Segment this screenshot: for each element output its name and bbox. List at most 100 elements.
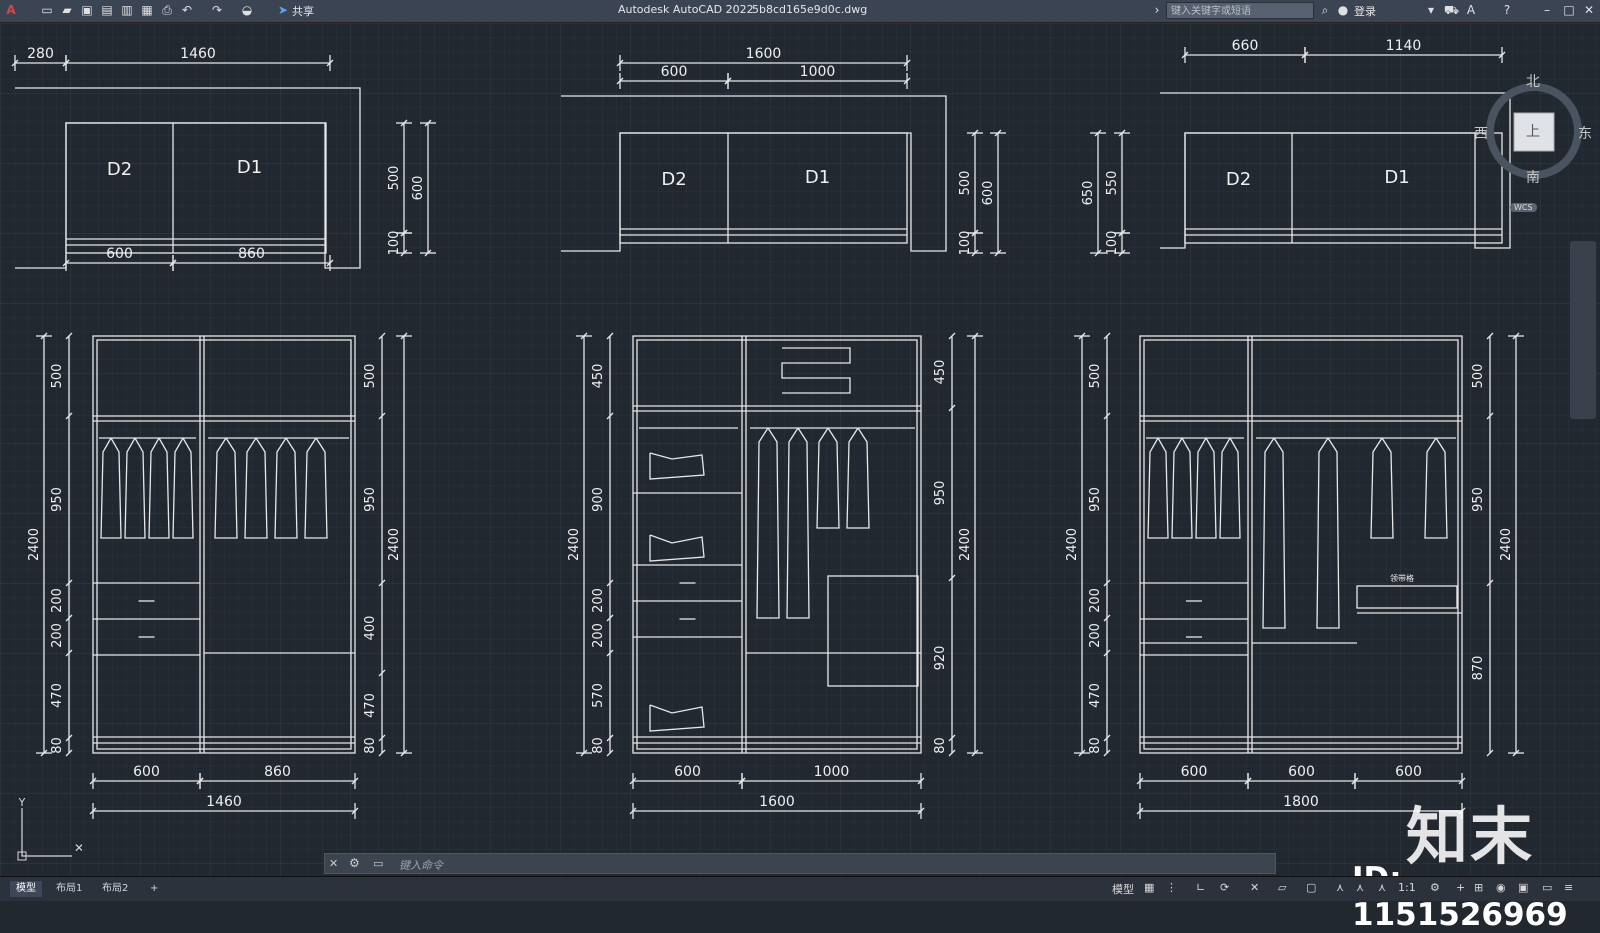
- workspace-icon[interactable]: ◒: [240, 3, 254, 17]
- publish-icon[interactable]: ▥: [120, 3, 134, 17]
- share-icon[interactable]: ➤: [276, 3, 290, 17]
- polar-icon[interactable]: ⟳: [1220, 881, 1229, 894]
- dimension-text: 950: [933, 481, 948, 506]
- add-icon[interactable]: +: [1456, 881, 1465, 894]
- door-label: D1: [1384, 167, 1409, 188]
- dimension-text: 1000: [800, 64, 836, 80]
- autoscale-icon[interactable]: ⋏: [1356, 881, 1364, 894]
- command-line[interactable]: ✕ ⚙ ▭ 键入命令: [324, 853, 1276, 874]
- dimension-text: 860: [264, 764, 291, 780]
- dimension-text: 650: [1081, 181, 1096, 206]
- search-expand-icon[interactable]: ›: [1150, 3, 1164, 17]
- viewcube-top-face[interactable]: 上: [1526, 121, 1540, 141]
- customize-icon[interactable]: ⚙: [349, 856, 360, 870]
- dimension-text: 200: [1088, 623, 1103, 648]
- new-file-icon[interactable]: ▭: [40, 3, 54, 17]
- title-bar: A ▭ ▰ ▣ ▤ ▥ ▦ ⎙ ↶ ↷ ◒ ➤ 共享 Autodesk Auto…: [0, 0, 1600, 23]
- dimension-text: 660: [1232, 38, 1259, 54]
- minimize-icon[interactable]: –: [1540, 3, 1554, 17]
- dimension-text: 600: [661, 64, 688, 80]
- help-icon[interactable]: ?: [1500, 3, 1514, 17]
- viewcube-east[interactable]: 东: [1578, 123, 1592, 143]
- dimension-text: 1140: [1386, 38, 1422, 54]
- viewcube-west[interactable]: 西: [1474, 123, 1488, 143]
- user-icon[interactable]: ●: [1336, 3, 1350, 17]
- save-as-icon[interactable]: ▤: [100, 3, 114, 17]
- dimension-text: 2400: [387, 528, 402, 561]
- dimension-text: 400: [363, 616, 378, 641]
- svg-text:Y: Y: [18, 798, 26, 809]
- share-label[interactable]: 共享: [292, 3, 314, 19]
- redo-icon[interactable]: ↷: [210, 3, 224, 17]
- isolate-icon[interactable]: ⊞: [1474, 881, 1483, 894]
- hardware-acceleration-icon[interactable]: ◉: [1496, 881, 1506, 894]
- layout-tab[interactable]: 模型: [10, 881, 42, 897]
- layout-tab[interactable]: 布局2: [96, 881, 134, 897]
- ortho-icon[interactable]: ∟: [1196, 881, 1205, 894]
- search-icon[interactable]: ⌕: [1318, 3, 1332, 17]
- dimension-text: 80: [933, 737, 948, 754]
- a360-icon[interactable]: A: [1464, 3, 1478, 17]
- customization-icon[interactable]: ≡: [1564, 881, 1573, 894]
- dimension-text: 200: [591, 588, 606, 613]
- annotation-scale[interactable]: 1:1: [1398, 881, 1416, 894]
- dimension-text: 500: [1088, 364, 1103, 389]
- dimension-text: 100: [387, 231, 402, 256]
- layout-tab[interactable]: 布局1: [50, 881, 88, 897]
- navigation-bar[interactable]: [1570, 241, 1596, 419]
- save-icon[interactable]: ▣: [80, 3, 94, 17]
- print-icon[interactable]: ⎙: [160, 3, 174, 17]
- osnap-icon[interactable]: ✕: [1250, 881, 1259, 894]
- dimension-text: 900: [591, 487, 606, 512]
- annotation-visibility-icon[interactable]: ⋏: [1336, 881, 1344, 894]
- search-input[interactable]: 键入关键字或短语: [1166, 2, 1314, 19]
- login-label[interactable]: 登录: [1354, 3, 1376, 19]
- dimension-text: 80: [363, 737, 378, 754]
- drawing-canvas[interactable]: D2 D1 D2 D1 D2 D1 280 1460 600 860 500 600 100 1600 60…: [0, 23, 1600, 933]
- properties-icon[interactable]: ▭: [1542, 881, 1552, 894]
- dimension-text: 950: [50, 487, 65, 512]
- dimension-text: 600: [1288, 764, 1315, 780]
- dimension-text: 2400: [1499, 528, 1514, 561]
- dimension-text: 470: [50, 683, 65, 708]
- model-space-toggle[interactable]: 模型: [1112, 881, 1134, 897]
- maximize-icon[interactable]: □: [1562, 3, 1576, 17]
- dimension-text: 80: [50, 737, 65, 754]
- dimension-text: 1460: [206, 794, 242, 810]
- annotation-scale-icon[interactable]: ⋏: [1378, 881, 1386, 894]
- viewcube-north[interactable]: 北: [1526, 71, 1540, 91]
- open-file-icon[interactable]: ▰: [60, 3, 74, 17]
- command-history-icon[interactable]: ▭: [373, 857, 383, 870]
- dimension-text: 950: [1471, 487, 1486, 512]
- close-icon[interactable]: ✕: [1582, 3, 1596, 17]
- cart-icon[interactable]: ⛟: [1444, 3, 1459, 17]
- dimension-text: 200: [50, 588, 65, 613]
- wcs-badge[interactable]: WCS: [1510, 203, 1537, 212]
- autocad-logo-icon[interactable]: A: [4, 3, 18, 17]
- dropdown-chevron-icon[interactable]: ▾: [1424, 3, 1438, 17]
- layout-tabs-bar: 模型 布局1 布局2 + 模型 ▦ ⋮ ∟ ⟳ ✕ ▱ ▢ ⋏ ⋏ ⋏ 1:1 ⚙ +…: [0, 876, 1600, 901]
- plot-preview-icon[interactable]: ▦: [140, 3, 154, 17]
- viewcube[interactable]: 北 南 东 西 上 WCS: [1474, 71, 1594, 212]
- clean-screen-icon[interactable]: ▣: [1518, 881, 1528, 894]
- lineweight-icon[interactable]: ▱: [1278, 881, 1286, 894]
- dimension-text: 600: [981, 181, 996, 206]
- viewcube-south[interactable]: 南: [1526, 167, 1540, 187]
- add-layout-tab[interactable]: +: [144, 881, 164, 897]
- dimension-text: 2400: [27, 528, 42, 561]
- undo-icon[interactable]: ↶: [180, 3, 194, 17]
- workspace-switch-icon[interactable]: ⚙: [1430, 881, 1440, 894]
- dimension-text: 200: [591, 623, 606, 648]
- selection-cycling-icon[interactable]: ▢: [1306, 881, 1316, 894]
- command-input[interactable]: 键入命令: [399, 857, 443, 873]
- dimension-text: 860: [238, 246, 265, 262]
- status-bar: 模型 ▦ ⋮ ∟ ⟳ ✕ ▱ ▢ ⋏ ⋏ ⋏ 1:1 ⚙ + ⊞ ◉ ▣ ▭ ≡: [1100, 880, 1600, 898]
- grid-icon[interactable]: ▦: [1144, 881, 1154, 894]
- dimension-text: 600: [106, 246, 133, 262]
- dimension-text: 200: [1088, 588, 1103, 613]
- dimension-text: 1000: [814, 764, 850, 780]
- dimension-text: 870: [1471, 656, 1486, 681]
- close-command-icon[interactable]: ✕: [329, 857, 338, 870]
- door-label: D2: [1226, 169, 1251, 190]
- snap-icon[interactable]: ⋮: [1166, 881, 1177, 894]
